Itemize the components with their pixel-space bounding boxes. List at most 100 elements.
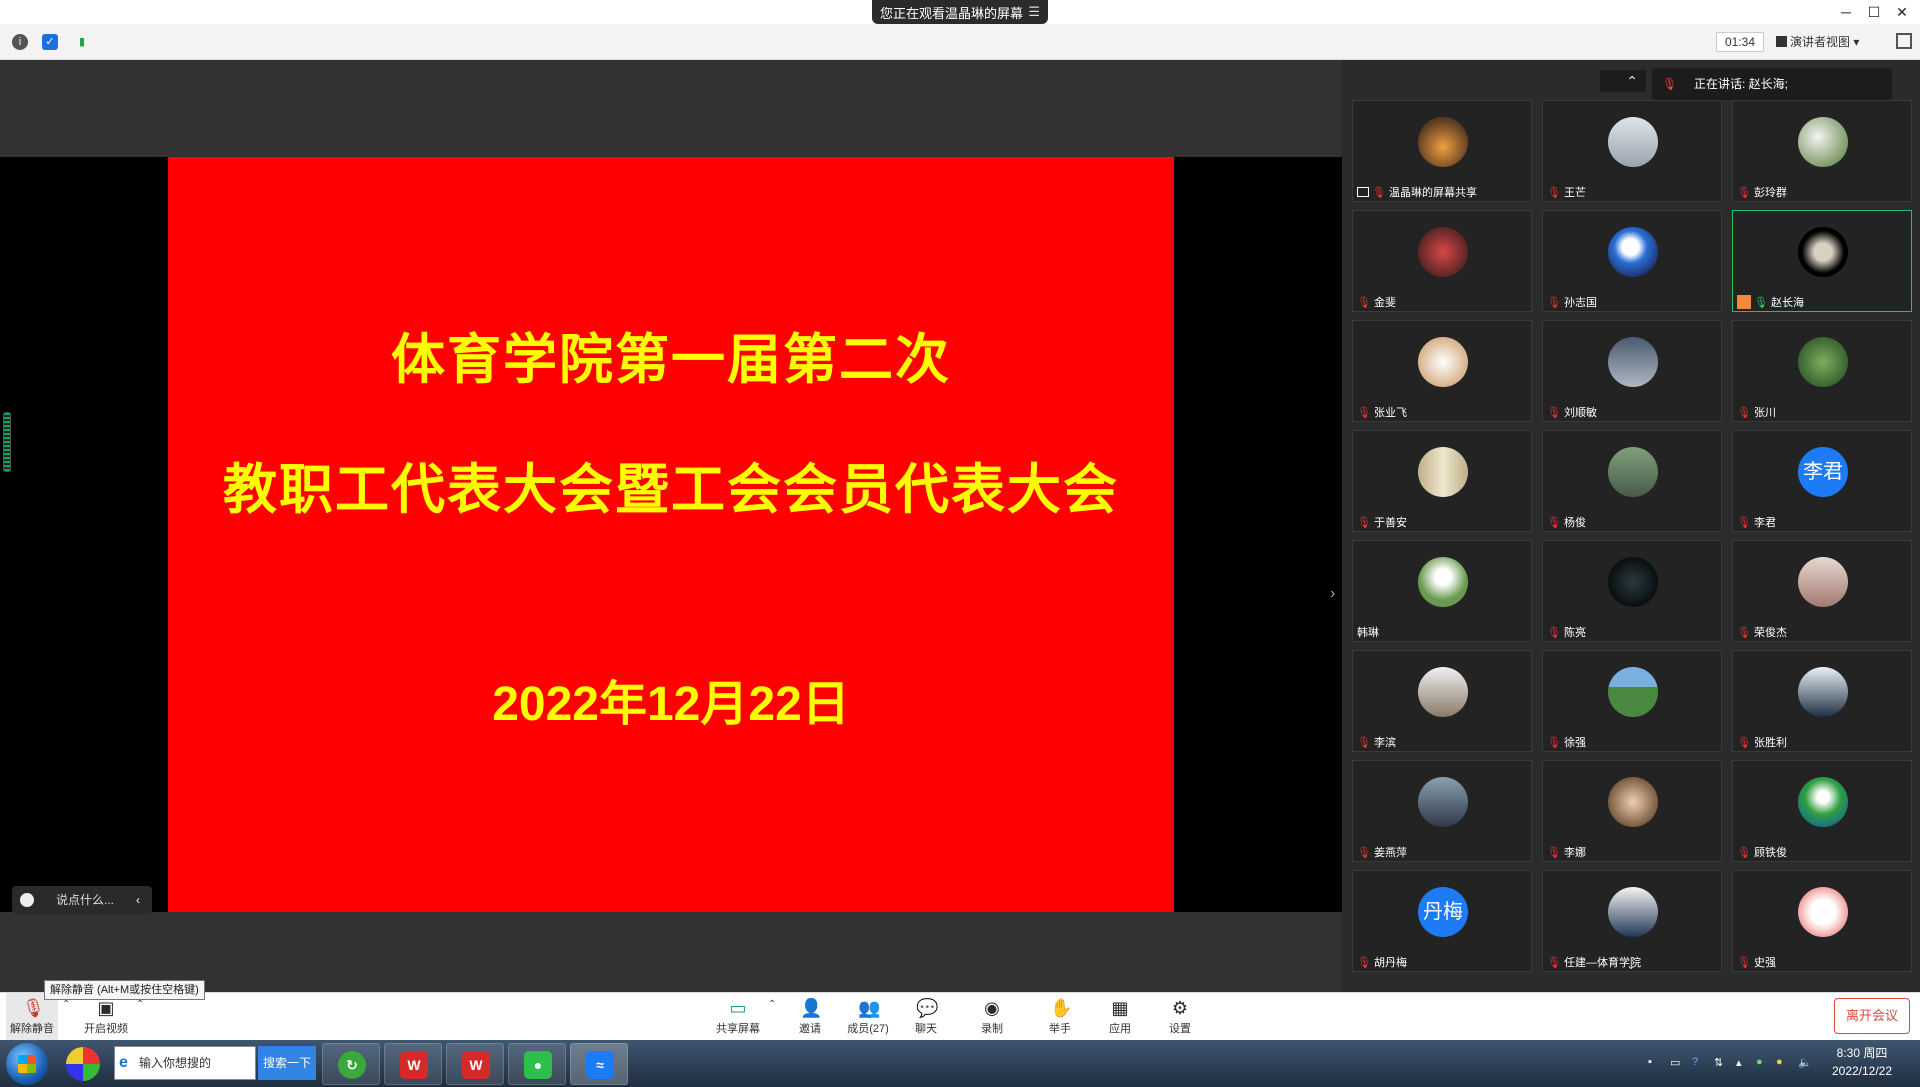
avatar (1798, 777, 1848, 827)
active-speaker-bar: 🎙 正在讲话: 赵长海; (1652, 68, 1892, 100)
quick-chat-input[interactable]: 说点什么... ‹ (12, 886, 152, 914)
shield-icon[interactable]: ✓ (42, 34, 58, 50)
participant-tile[interactable]: 🎙 孙志国 (1542, 210, 1722, 312)
participant-name-row: 🎙 胡丹梅 (1357, 955, 1407, 971)
mic-icon: 🎙 (1754, 297, 1768, 309)
chat-placeholder: 说点什么... (56, 893, 115, 907)
participant-tile[interactable]: 🎙 张业飞 (1352, 320, 1532, 422)
help-icon[interactable]: ? (1692, 1056, 1698, 1068)
raise-hand-button[interactable]: ✋ 举手 (1040, 993, 1080, 1041)
participant-tile[interactable]: 🎙 荣俊杰 (1732, 540, 1912, 642)
participant-tile[interactable]: 🎙 任建—体育学院 (1542, 870, 1722, 972)
participant-tile[interactable]: 🎙 刘顺敏 (1542, 320, 1722, 422)
participant-tile[interactable]: 🎙 彭玲群 (1732, 100, 1912, 202)
participant-name-row: 🎙 刘顺敏 (1547, 405, 1597, 421)
chevron-right-icon[interactable]: › (1330, 585, 1335, 603)
mic-muted-icon: 🎙 (1737, 517, 1751, 529)
chevron-down-icon[interactable]: ⌄ (1626, 958, 1636, 972)
taskbar-app-wechat[interactable]: ● (508, 1043, 566, 1085)
leave-meeting-button[interactable]: 离开会议 (1834, 998, 1910, 1034)
chevron-up-icon[interactable]: ⌃ (1600, 70, 1646, 92)
browser-icon: e (119, 1054, 128, 1071)
participant-name-row: 🎙 姜燕萍 (1357, 845, 1407, 861)
participant-tile[interactable]: 🎙 王芒 (1542, 100, 1722, 202)
participant-tile[interactable]: 🎙 顾铁俊 (1732, 760, 1912, 862)
tray-app-icon[interactable]: ● (1756, 1056, 1763, 1068)
mic-muted-icon: 🎙 (1737, 407, 1751, 419)
taskbar-app-wps-2[interactable]: W (446, 1043, 504, 1085)
unmute-button[interactable]: 🎙 解除静音 (6, 993, 58, 1041)
avatar (1798, 227, 1848, 277)
participant-tile[interactable]: 🎙 张川 (1732, 320, 1912, 422)
fullscreen-icon[interactable] (1896, 33, 1912, 49)
members-button[interactable]: 👥 成员(27) (842, 993, 894, 1041)
mic-muted-icon: 🎙 (1372, 187, 1386, 199)
system-clock[interactable]: 8:30 周四 2022/12/22 (1820, 1044, 1904, 1080)
volume-icon[interactable]: 🔈 (1798, 1056, 1812, 1069)
participant-name-row: 🎙 张川 (1737, 405, 1776, 421)
chat-button[interactable]: 💬 聊天 (906, 993, 946, 1041)
taskbar-search-button[interactable]: 搜索一下 (258, 1046, 316, 1080)
sharing-menu-icon[interactable]: ☰ (1028, 4, 1040, 20)
avatar (1608, 117, 1658, 167)
sharing-indicator[interactable]: 您正在观看温晶琳的屏幕 ☰ (872, 0, 1048, 24)
participant-tile[interactable]: 🎙 李娜 (1542, 760, 1722, 862)
participant-tile[interactable]: 🎙 张胜利 (1732, 650, 1912, 752)
info-icon[interactable]: i (12, 34, 28, 50)
participant-tile[interactable]: 🎙 杨俊 (1542, 430, 1722, 532)
app-launcher-icon[interactable] (66, 1047, 100, 1081)
tray-app-icon-2[interactable]: ● (1776, 1056, 1783, 1068)
chevron-left-icon[interactable]: ‹ (136, 886, 140, 914)
camera-off-icon: ▣ (97, 998, 115, 1018)
participant-tile[interactable]: 🎙 温晶琳的屏幕共享 (1352, 100, 1532, 202)
mic-muted-icon: 🎙 (1547, 627, 1561, 639)
minimize-button[interactable]: ─ (1832, 2, 1860, 22)
tray-network-icon[interactable]: ⇅ (1714, 1056, 1723, 1069)
close-button[interactable]: ✕ (1888, 2, 1916, 22)
taskbar-app-browser[interactable]: ↻ (322, 1043, 380, 1085)
window-titlebar: 您正在观看温晶琳的屏幕 ☰ ─ ☐ ✕ (0, 0, 1920, 24)
signal-icon[interactable]: ▮ (74, 34, 90, 50)
video-options-caret-icon[interactable]: ⌃ (136, 999, 144, 1010)
tray-keyboard-icon[interactable]: ▭ (1670, 1056, 1680, 1069)
maximize-button[interactable]: ☐ (1860, 2, 1888, 22)
participant-tile[interactable]: 丹梅 🎙 胡丹梅 (1352, 870, 1532, 972)
participant-tile[interactable]: 🎙 陈亮 (1542, 540, 1722, 642)
record-button[interactable]: ◉ 录制 (972, 993, 1012, 1041)
participant-tile[interactable]: 🎙 于善安 (1352, 430, 1532, 532)
emoji-icon[interactable] (20, 893, 34, 907)
taskbar-search-input[interactable]: e 输入你想搜的 (114, 1046, 256, 1080)
avatar (1418, 557, 1468, 607)
share-options-caret-icon[interactable]: ⌃ (768, 999, 776, 1010)
slide-frame: 体育学院第一届第二次 教职工代表大会暨工会会员代表大会 2022年12月22日 (0, 157, 1342, 912)
participant-tile[interactable]: 李君 🎙 李君 (1732, 430, 1912, 532)
participant-tile[interactable]: 🎙 徐强 (1542, 650, 1722, 752)
participant-tile[interactable]: 🎙 李滨 (1352, 650, 1532, 752)
windows-taskbar: e 输入你想搜的 搜索一下 ↻ W W ● ≈ ▪ ▭ ? ⇅ ▴ ● ● 🔈 … (0, 1040, 1920, 1087)
invite-button[interactable]: 👤 邀请 (790, 993, 830, 1041)
participant-tile[interactable]: 🎙 姜燕萍 (1352, 760, 1532, 862)
apps-button[interactable]: ▦ 应用 (1100, 993, 1140, 1041)
share-screen-button[interactable]: ▭ 共享屏幕 (710, 993, 766, 1041)
audio-options-caret-icon[interactable]: ⌃ (62, 999, 70, 1010)
participant-tile[interactable]: 🎙 金斐 (1352, 210, 1532, 312)
participant-name: 李君 (1753, 517, 1776, 529)
chat-icon: 💬 (916, 998, 939, 1018)
view-mode-label: 演讲者视图 (1790, 35, 1851, 49)
start-video-button[interactable]: ▣ 开启视频 (80, 993, 132, 1041)
avatar (1418, 777, 1468, 827)
avatar (1418, 117, 1468, 167)
settings-button[interactable]: ⚙ 设置 (1160, 993, 1200, 1041)
start-button[interactable] (6, 1043, 48, 1085)
participant-tile[interactable]: 韩琳 (1352, 540, 1532, 642)
mic-muted-icon: 🎙 (1547, 517, 1561, 529)
view-mode-dropdown[interactable]: 演讲者视图 ▾ (1776, 32, 1880, 52)
taskbar-app-meeting[interactable]: ≈ (570, 1043, 628, 1085)
tray-flag-icon[interactable]: ▪ (1648, 1056, 1652, 1068)
participant-tile[interactable]: 🎙 赵长海 (1732, 210, 1912, 312)
participant-name-row: 🎙 王芒 (1547, 185, 1586, 201)
participant-name-row: 🎙 金斐 (1357, 295, 1396, 311)
participant-tile[interactable]: 🎙 史强 (1732, 870, 1912, 972)
taskbar-app-wps[interactable]: W (384, 1043, 442, 1085)
chevron-up-icon[interactable]: ▴ (1736, 1056, 1742, 1069)
